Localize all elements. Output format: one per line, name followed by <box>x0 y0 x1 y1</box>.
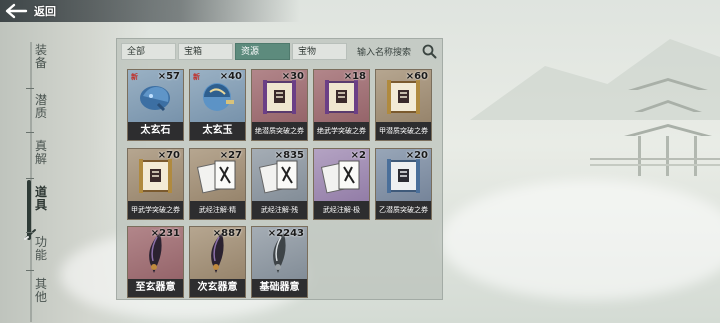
inventory-panel: 全部 宝箱 资源 宝物 输入名称搜索 新 ×57 太玄石 新 ×40 太玄玉 ×30 绝潜质突… <box>116 38 443 300</box>
new-badge: 新 <box>193 73 200 81</box>
nav-tick <box>26 178 34 179</box>
back-arrow-icon <box>5 3 28 19</box>
item-name: 武经注解·精 <box>190 201 245 219</box>
nav-tick <box>26 270 34 271</box>
item-quantity: ×20 <box>405 150 428 161</box>
nav-item-equipment[interactable]: 装备 <box>34 44 48 70</box>
item-card[interactable]: 新 ×40 太玄玉 <box>189 69 246 141</box>
item-name: 绝潜质突破之券 <box>252 122 307 140</box>
search-icon[interactable] <box>422 44 437 59</box>
item-name: 绝武学突破之券 <box>314 122 369 140</box>
item-card[interactable]: ×30 绝潜质突破之券 <box>251 69 308 141</box>
item-card[interactable]: 新 ×57 太玄石 <box>127 69 184 141</box>
item-card[interactable]: ×70 甲武学突破之券 <box>127 148 184 220</box>
item-name: 武经注解·极 <box>314 201 369 219</box>
new-badge: 新 <box>131 73 138 81</box>
item-card[interactable]: ×887 次玄器意 <box>189 226 246 298</box>
item-name: 基础器意 <box>252 279 307 297</box>
item-name: 次玄器意 <box>190 279 245 297</box>
search-placeholder: 输入名称搜索 <box>357 48 412 58</box>
tab-all[interactable]: 全部 <box>121 43 176 60</box>
item-card[interactable]: ×2 武经注解·极 <box>313 148 370 220</box>
back-label: 返回 <box>34 5 56 18</box>
item-name: 甲潜质突破之券 <box>376 122 431 140</box>
item-name: 乙潜质突破之券 <box>376 201 431 219</box>
item-card[interactable]: ×18 绝武学突破之券 <box>313 69 370 141</box>
item-name: 至玄器意 <box>128 279 183 297</box>
item-quantity: ×887 <box>212 228 242 239</box>
category-tabs: 全部 宝箱 资源 宝物 <box>121 43 349 60</box>
search-input[interactable]: 输入名称搜索 <box>353 42 441 61</box>
nav-item-props[interactable]: 道具 <box>34 186 48 212</box>
pavilion <box>624 78 712 188</box>
nav-item-label: 功能 <box>34 235 47 262</box>
nav-tick <box>26 88 34 89</box>
mist <box>440 180 720 300</box>
item-quantity: ×2243 <box>267 228 304 239</box>
item-name: 甲武学突破之券 <box>128 201 183 219</box>
nav-tick <box>26 132 34 133</box>
item-quantity: ×2 <box>350 150 366 161</box>
tab-resources[interactable]: 资源 <box>235 43 290 60</box>
item-card[interactable]: ×835 武经注解·残 <box>251 148 308 220</box>
item-quantity: ×60 <box>405 71 428 82</box>
item-card[interactable]: ×27 武经注解·精 <box>189 148 246 220</box>
nav-item-function[interactable]: 功能 <box>34 236 48 262</box>
item-card[interactable]: ×60 甲潜质突破之券 <box>375 69 432 141</box>
side-nav: 装备 潜质 真解 道具 功能 其他 <box>0 30 60 323</box>
nav-item-label: 装备 <box>34 43 47 70</box>
item-quantity: ×70 <box>157 150 180 161</box>
nav-item-label: 道具 <box>34 185 47 212</box>
nav-item-other[interactable]: 其他 <box>34 278 48 304</box>
item-quantity: ×835 <box>274 150 304 161</box>
back-button[interactable]: 返回 <box>0 0 64 22</box>
item-quantity: ×18 <box>343 71 366 82</box>
item-card[interactable]: ×20 乙潜质突破之券 <box>375 148 432 220</box>
nav-item-label: 其他 <box>34 277 47 304</box>
item-card[interactable]: ×2243 基础器意 <box>251 226 308 298</box>
item-quantity: ×231 <box>150 228 180 239</box>
top-bar: 返回 <box>0 0 64 22</box>
nav-tick <box>26 232 34 233</box>
item-name: 太玄石 <box>128 122 183 140</box>
item-name: 武经注解·残 <box>252 201 307 219</box>
item-card[interactable]: ×231 至玄器意 <box>127 226 184 298</box>
nav-item-label: 潜质 <box>34 93 47 120</box>
item-name: 太玄玉 <box>190 122 245 140</box>
tab-chests[interactable]: 宝箱 <box>178 43 233 60</box>
nav-item-label: 真解 <box>34 139 47 166</box>
item-quantity: ×40 <box>219 71 242 82</box>
tab-treasures[interactable]: 宝物 <box>292 43 347 60</box>
item-quantity: ×27 <box>219 150 242 161</box>
bridge <box>590 158 720 166</box>
nav-item-potential[interactable]: 潜质 <box>34 94 48 120</box>
item-quantity: ×57 <box>157 71 180 82</box>
nav-item-true-solution[interactable]: 真解 <box>34 140 48 166</box>
item-quantity: ×30 <box>281 71 304 82</box>
